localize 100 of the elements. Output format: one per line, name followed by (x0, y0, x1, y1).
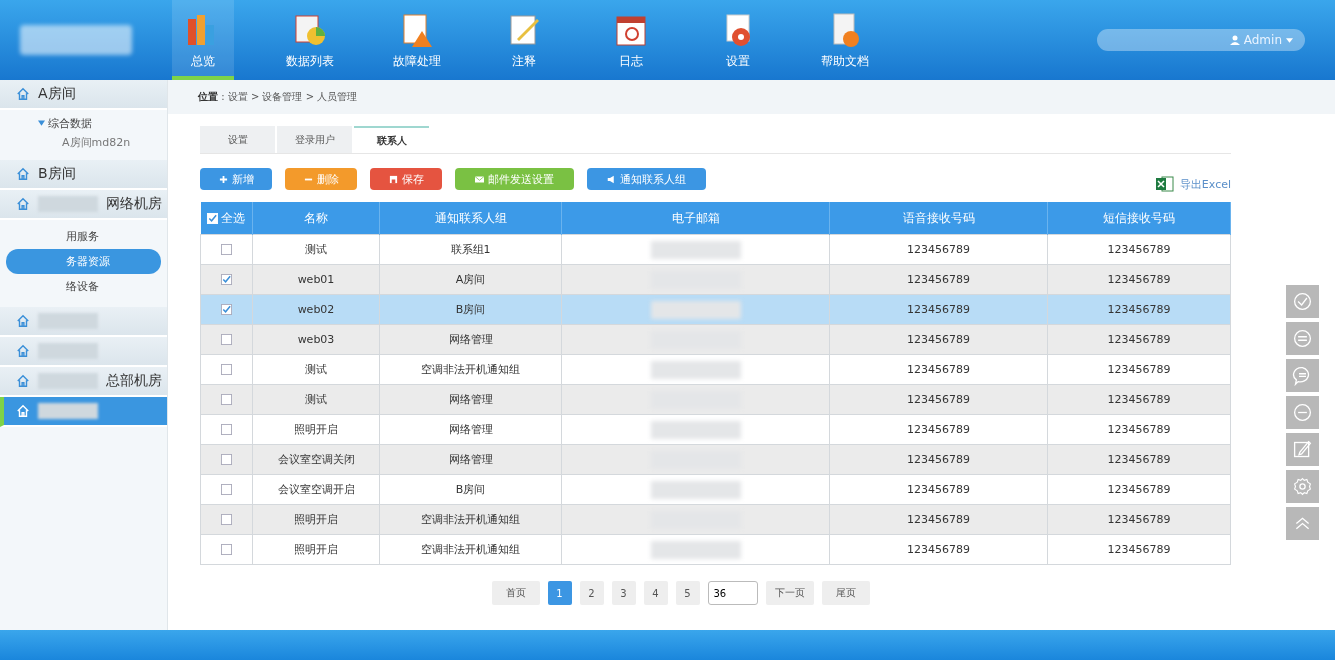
page-button[interactable]: 3 (611, 581, 636, 605)
page-input[interactable]: 36 (707, 581, 758, 605)
page-button[interactable]: 2 (579, 581, 604, 605)
chat-bubble-icon[interactable] (1286, 359, 1319, 392)
table-cell: 123456789 (1047, 234, 1231, 265)
checkbox[interactable] (221, 274, 232, 285)
expand-triangle-icon (38, 120, 45, 126)
checkbox[interactable] (221, 304, 232, 315)
table-cell: 空调非法开机通知组 (379, 354, 562, 385)
nav-tab[interactable]: 总览 (172, 0, 234, 80)
page-button[interactable]: 4 (643, 581, 668, 605)
sidebar-item[interactable] (0, 307, 167, 337)
first-page-button[interactable]: 首页 (491, 581, 540, 605)
user-icon (1229, 35, 1240, 45)
table-cell: 123456789 (1047, 324, 1231, 355)
house-icon (16, 314, 30, 328)
table-cell: web03 (252, 324, 380, 355)
checkbox[interactable] (221, 514, 232, 525)
edit-icon[interactable] (1286, 433, 1319, 466)
table-cell: 123456789 (829, 534, 1048, 565)
tab[interactable]: 设置 (200, 126, 275, 153)
checkbox[interactable] (221, 334, 232, 345)
table-cell: 空调非法开机通知组 (379, 504, 562, 535)
floppy-icon (388, 174, 398, 184)
house-icon (16, 167, 30, 181)
checkbox[interactable] (221, 454, 232, 465)
sidebar-label: 网络机房 (106, 195, 162, 213)
sidebar-item[interactable] (0, 397, 167, 427)
table-cell: 空调非法开机通知组 (379, 534, 562, 565)
nav-tab[interactable]: 故障处理 (386, 0, 448, 80)
tree-item[interactable]: 络设备 (6, 274, 161, 299)
tree-item[interactable]: 用服务 (6, 224, 161, 249)
last-page-button[interactable]: 尾页 (821, 581, 870, 605)
column-header: 通知联系人组 (379, 202, 562, 235)
table-cell: 123456789 (829, 324, 1048, 355)
table-cell: 123456789 (829, 384, 1048, 415)
table-cell: B房间 (379, 474, 562, 505)
checkbox[interactable] (221, 394, 232, 405)
table-cell: 123456789 (829, 264, 1048, 295)
table-cell: 123456789 (829, 474, 1048, 505)
table-cell: 123456789 (829, 444, 1048, 475)
nav-tab[interactable]: 注释 (493, 0, 555, 80)
table-cell: 123456789 (1047, 414, 1231, 445)
nav-tab[interactable]: 日志 (600, 0, 662, 80)
table-cell: 123456789 (1047, 474, 1231, 505)
save-button[interactable]: 保存 (370, 168, 442, 190)
settings-icon[interactable] (1286, 470, 1319, 503)
table-cell: 联系组1 (379, 234, 562, 265)
table-cell: 123456789 (829, 414, 1048, 445)
table-cell: 123456789 (1047, 354, 1231, 385)
nav-tab[interactable]: 设置 (707, 0, 769, 80)
table-cell: 123456789 (1047, 384, 1231, 415)
column-header: 短信接收号码 (1047, 202, 1231, 235)
table-cell: 会议室空调关闭 (252, 444, 380, 475)
house-icon (16, 197, 30, 211)
table-cell: 测试 (252, 354, 380, 385)
checkbox[interactable] (221, 424, 232, 435)
house-icon (16, 344, 30, 358)
table-cell: 测试 (252, 234, 380, 265)
sidebar-label: B房间 (38, 165, 76, 183)
sidebar-item[interactable]: 网络机房 (0, 190, 167, 220)
table-cell: 123456789 (829, 504, 1048, 535)
plus-icon (218, 174, 228, 184)
caret-icon (1286, 37, 1293, 43)
nav-tab[interactable]: 数据列表 (279, 0, 341, 80)
table-cell: 照明开启 (252, 504, 380, 535)
tree-item[interactable]: A房间md82n (0, 132, 167, 152)
table-cell: 123456789 (1047, 504, 1231, 535)
sidebar-item[interactable]: A房间 (0, 80, 167, 110)
sidebar-label: A房间 (38, 85, 76, 103)
checkbox[interactable] (221, 364, 232, 375)
sidebar-item[interactable] (0, 337, 167, 367)
tab[interactable]: 登录用户 (277, 126, 352, 153)
export-link[interactable]: 导出Excel (1179, 176, 1231, 192)
sidebar-item[interactable]: 总部机房 (0, 367, 167, 397)
table-cell: 123456789 (829, 294, 1048, 325)
nav-tab[interactable]: 帮助文档 (814, 0, 876, 80)
table-cell: 网络管理 (379, 324, 562, 355)
column-header: 电子邮箱 (561, 202, 830, 235)
table-cell: 网络管理 (379, 384, 562, 415)
checkbox[interactable] (221, 244, 232, 255)
table-cell: 123456789 (1047, 294, 1231, 325)
page-button[interactable]: 5 (675, 581, 700, 605)
checkbox[interactable] (221, 544, 232, 555)
sidebar-item[interactable]: B房间 (0, 160, 167, 190)
redacted-block (38, 403, 98, 419)
table-cell: 照明开启 (252, 534, 380, 565)
checkbox[interactable] (221, 484, 232, 495)
spreadsheet-icon[interactable] (1155, 176, 1174, 192)
table-cell: 网络管理 (379, 414, 562, 445)
table-cell: 123456789 (1047, 534, 1231, 565)
table-cell: web02 (252, 294, 380, 325)
table-cell: 123456789 (829, 234, 1048, 265)
house-icon (16, 374, 30, 388)
tree-folder[interactable]: 综合数据 (0, 114, 167, 132)
table-cell: 123456789 (829, 354, 1048, 385)
table-cell: 照明开启 (252, 414, 380, 445)
next-page-button[interactable]: 下一页 (765, 581, 814, 605)
scroll-top-icon[interactable] (1286, 507, 1319, 540)
megaphone-icon (607, 174, 616, 184)
